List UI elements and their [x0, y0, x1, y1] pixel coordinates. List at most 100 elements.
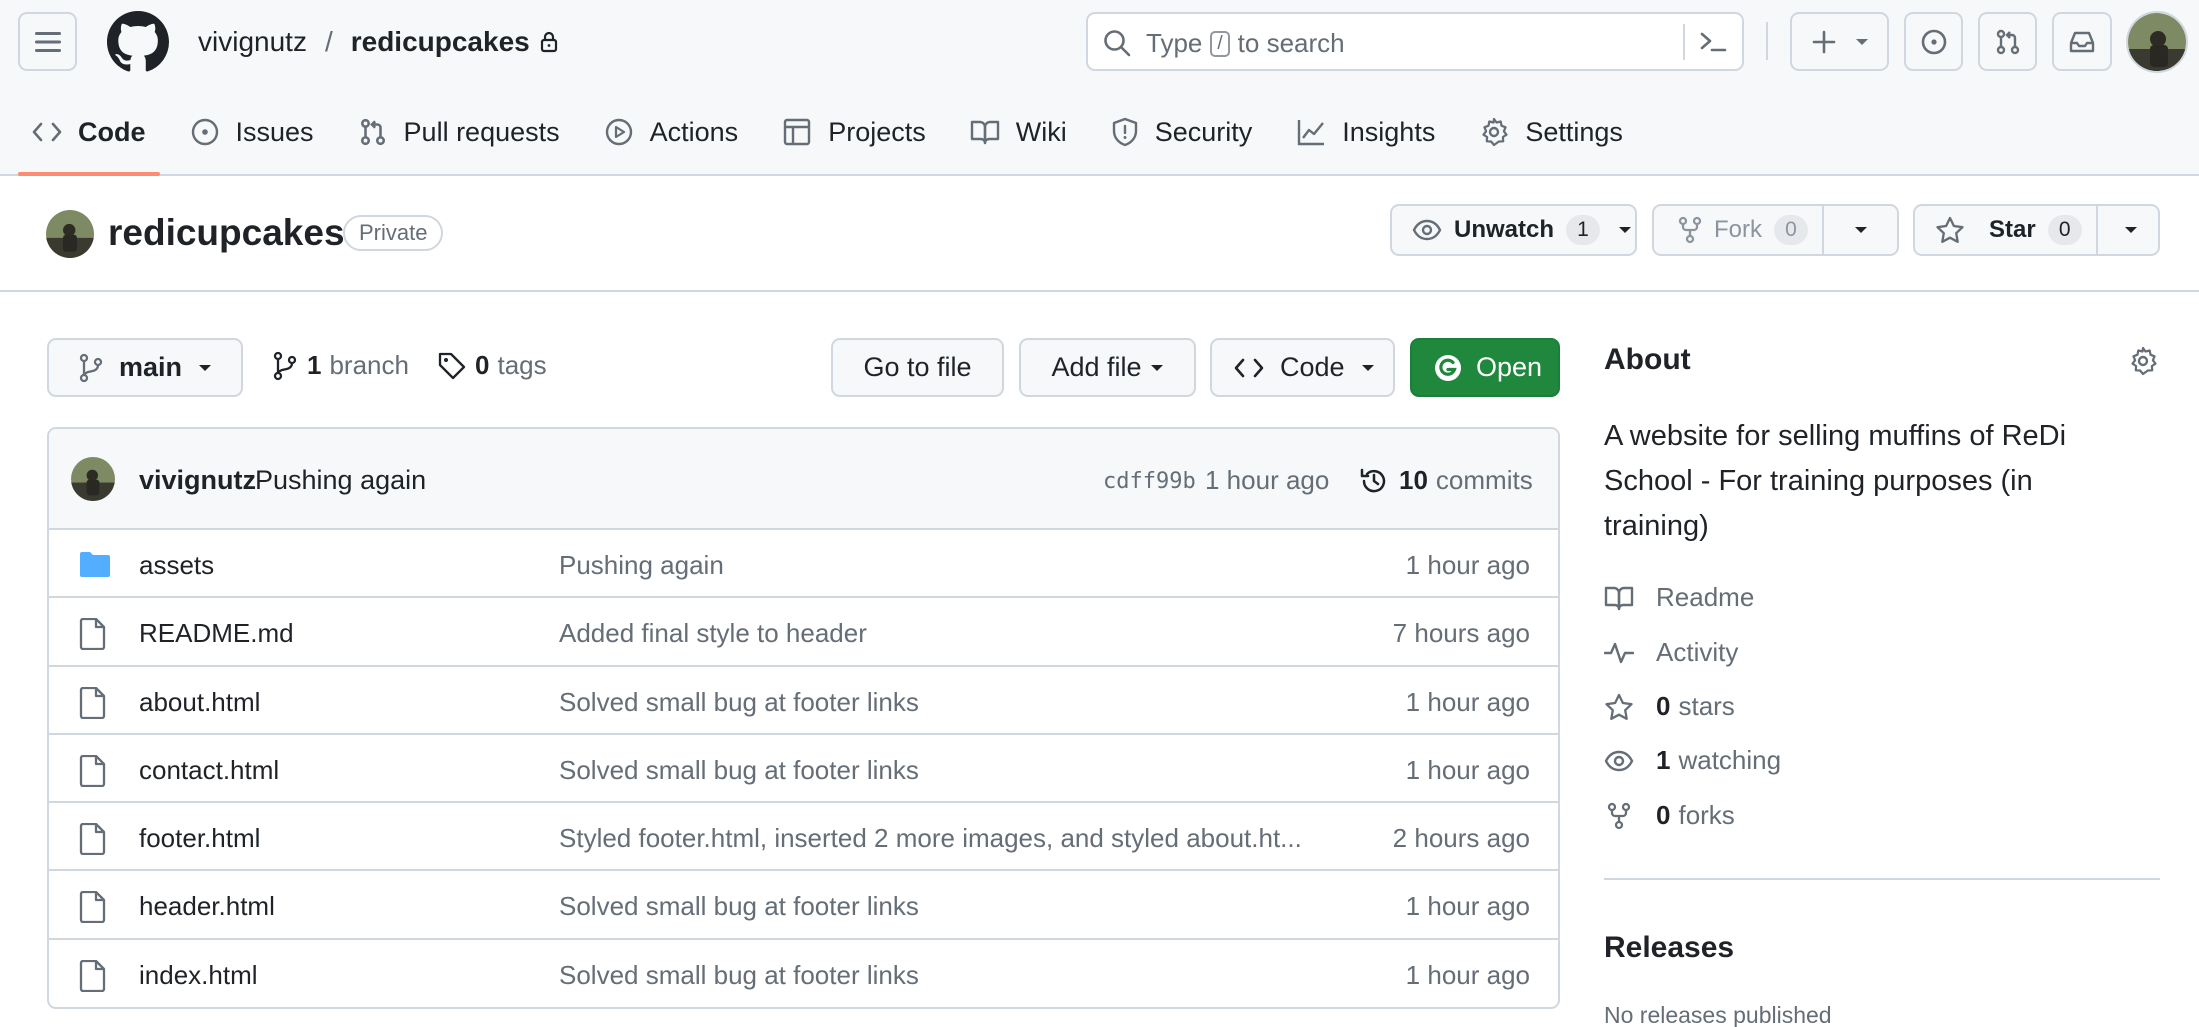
table-row[interactable]: assets Pushing again 1 hour ago	[49, 530, 1558, 599]
readme-link[interactable]: Readme	[1604, 582, 1754, 613]
search-shortcut-key: /	[1210, 30, 1230, 57]
graph-icon	[1298, 120, 1325, 146]
github-logo-icon[interactable]	[107, 11, 169, 73]
search-input[interactable]: Type / to search	[1086, 12, 1744, 71]
create-new-button[interactable]	[1790, 12, 1889, 71]
user-avatar[interactable]	[2126, 11, 2188, 73]
commit-time: 1 hour ago	[1205, 465, 1330, 495]
chevron-down-icon[interactable]	[1854, 225, 1868, 235]
readme-label: Readme	[1656, 582, 1755, 612]
file-icon	[79, 618, 107, 651]
file-name[interactable]: footer.html	[139, 823, 260, 854]
tags-link[interactable]: 0 tags	[437, 350, 547, 381]
commits-link[interactable]: 10 commits	[1359, 465, 1533, 496]
star-label: Star	[1989, 216, 2036, 243]
commit-sha[interactable]: cdff99b	[1103, 469, 1196, 494]
search-placeholder-prefix: Type	[1146, 28, 1203, 58]
fork-button[interactable]: Fork 0	[1652, 204, 1899, 256]
tab-actions[interactable]: Actions	[590, 104, 753, 160]
add-file-button[interactable]: Add file	[1019, 338, 1196, 397]
menu-button[interactable]	[18, 12, 77, 71]
open-label: Open	[1476, 352, 1543, 382]
tab-security[interactable]: Security	[1097, 104, 1267, 160]
your-issues-button[interactable]	[1904, 12, 1963, 71]
table-row[interactable]: README.md Added final style to header 7 …	[49, 598, 1558, 667]
your-pull-requests-button[interactable]	[1978, 12, 2037, 71]
file-name[interactable]: assets	[139, 550, 214, 581]
activity-link[interactable]: Activity	[1604, 637, 1738, 668]
file-name[interactable]: index.html	[139, 960, 258, 991]
pulse-icon	[1604, 642, 1634, 663]
eye-icon	[1604, 750, 1634, 771]
code-label: Code	[1280, 352, 1345, 382]
stars-link[interactable]: 0 stars	[1604, 691, 1735, 722]
command-palette-icon[interactable]	[1698, 27, 1728, 57]
unwatch-button[interactable]: Unwatch 1	[1390, 204, 1637, 256]
sidebar-divider	[1604, 878, 2160, 880]
watch-label: Unwatch	[1454, 216, 1555, 243]
pull-request-icon	[360, 118, 385, 146]
chevron-down-icon[interactable]	[1618, 225, 1632, 235]
file-name[interactable]: contact.html	[139, 755, 279, 786]
releases-heading[interactable]: Releases	[1604, 931, 1734, 965]
file-commit-time: 1 hour ago	[1405, 754, 1530, 785]
tab-settings[interactable]: Settings	[1465, 104, 1637, 160]
forks-link[interactable]: 0 forks	[1604, 800, 1735, 831]
table-row[interactable]: contact.html Solved small bug at footer …	[49, 735, 1558, 804]
go-to-file-button[interactable]: Go to file	[831, 338, 1004, 397]
table-row[interactable]: about.html Solved small bug at footer li…	[49, 667, 1558, 735]
code-button[interactable]: Code	[1210, 338, 1395, 397]
gear-icon[interactable]	[2128, 346, 2158, 376]
watching-link[interactable]: 1 watching	[1604, 745, 1781, 776]
releases-empty-text: No releases published	[1604, 1002, 1832, 1027]
owner-avatar[interactable]	[46, 210, 94, 258]
repo-title[interactable]: redicupcakes	[108, 212, 345, 254]
file-commit-message[interactable]: Solved small bug at footer links	[559, 960, 919, 991]
file-list: vivignutz Pushing again cdff99b 1 hour a…	[47, 427, 1560, 1009]
breadcrumb-owner[interactable]: vivignutz	[198, 26, 307, 58]
chevron-down-icon[interactable]	[2124, 225, 2138, 235]
commit-author[interactable]: vivignutz	[139, 465, 256, 496]
file-name[interactable]: about.html	[139, 687, 260, 718]
branch-icon	[273, 351, 297, 380]
table-row[interactable]: footer.html Styled footer.html, inserted…	[49, 803, 1558, 872]
fork-icon	[1607, 802, 1631, 829]
tab-pull-requests[interactable]: Pull requests	[344, 104, 574, 160]
tab-code[interactable]: Code	[18, 104, 160, 176]
tab-projects[interactable]: Projects	[768, 104, 940, 160]
latest-commit: vivignutz Pushing again cdff99b 1 hour a…	[49, 429, 1558, 530]
stars-word: stars	[1678, 691, 1735, 721]
branch-name: main	[119, 352, 183, 382]
fork-icon	[1678, 216, 1702, 244]
file-commit-message[interactable]: Solved small bug at footer links	[559, 755, 919, 786]
file-commit-message[interactable]: Pushing again	[559, 550, 724, 581]
hamburger-icon	[34, 31, 61, 52]
commit-count-word: commits	[1435, 465, 1533, 495]
commit-message[interactable]: Pushing again	[255, 465, 426, 496]
chevron-down-icon	[1361, 364, 1374, 371]
branches-link[interactable]: 1 branch	[273, 350, 409, 381]
file-commit-message[interactable]: Solved small bug at footer links	[559, 687, 919, 718]
file-commit-message[interactable]: Styled footer.html, inserted 2 more imag…	[559, 823, 1302, 854]
tab-wiki[interactable]: Wiki	[956, 104, 1081, 160]
file-name[interactable]: header.html	[139, 891, 275, 922]
tab-insights[interactable]: Insights	[1282, 104, 1449, 160]
file-commit-message[interactable]: Solved small bug at footer links	[559, 891, 919, 922]
breadcrumb-repo[interactable]: redicupcakes	[351, 26, 530, 58]
pull-request-icon	[1996, 29, 2019, 54]
file-commit-message[interactable]: Added final style to header	[559, 618, 867, 649]
repo-tabs: Code Issues Pull requests Actions Projec…	[18, 104, 1653, 176]
open-button[interactable]: Open	[1410, 338, 1560, 397]
branch-count: 1	[307, 350, 322, 380]
table-row[interactable]: header.html Solved small bug at footer l…	[49, 871, 1558, 940]
chevron-down-icon	[1150, 364, 1163, 371]
commit-avatar[interactable]	[71, 457, 115, 501]
tab-issues[interactable]: Issues	[176, 104, 328, 160]
file-name[interactable]: README.md	[139, 618, 294, 649]
book-icon	[1604, 586, 1634, 610]
star-button[interactable]: Star 0	[1913, 204, 2160, 256]
inbox-button[interactable]	[2052, 12, 2112, 71]
table-row[interactable]: index.html Solved small bug at footer li…	[49, 940, 1558, 1007]
tag-word: tags	[497, 350, 547, 380]
branch-selector[interactable]: main	[47, 338, 243, 397]
